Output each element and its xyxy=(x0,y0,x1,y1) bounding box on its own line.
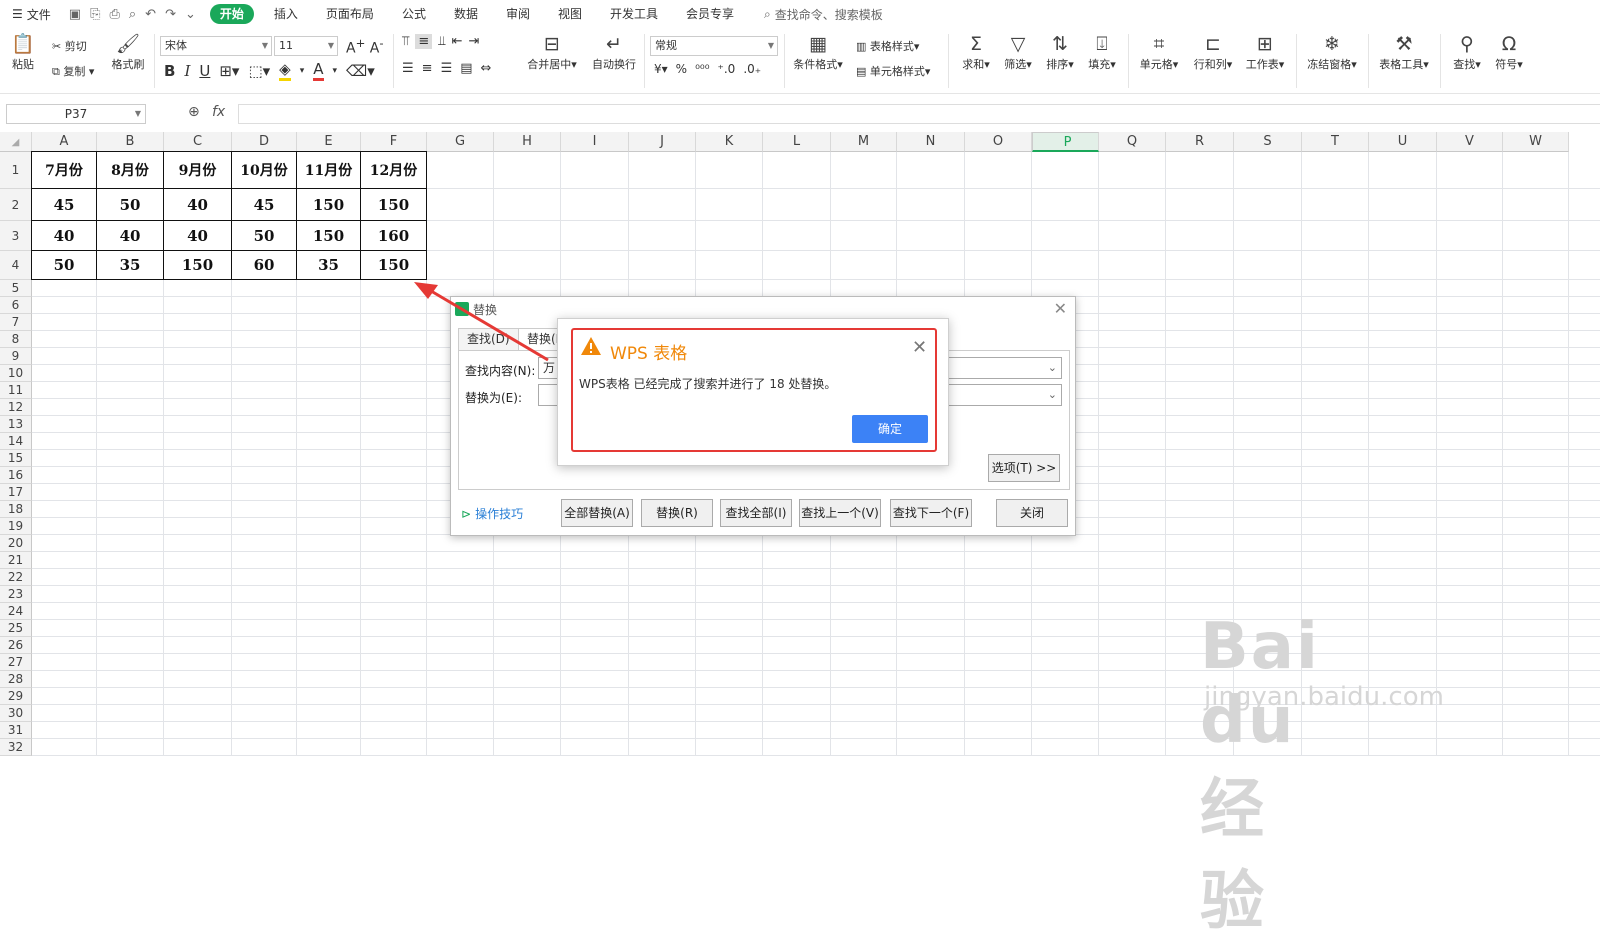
watermark-brand: Bai du 经验 xyxy=(1200,610,1320,939)
arrow-line xyxy=(425,286,549,362)
arrow-head xyxy=(414,282,438,299)
highlight-box xyxy=(571,328,937,452)
watermark-url: jingyan.baidu.com xyxy=(1204,682,1444,712)
